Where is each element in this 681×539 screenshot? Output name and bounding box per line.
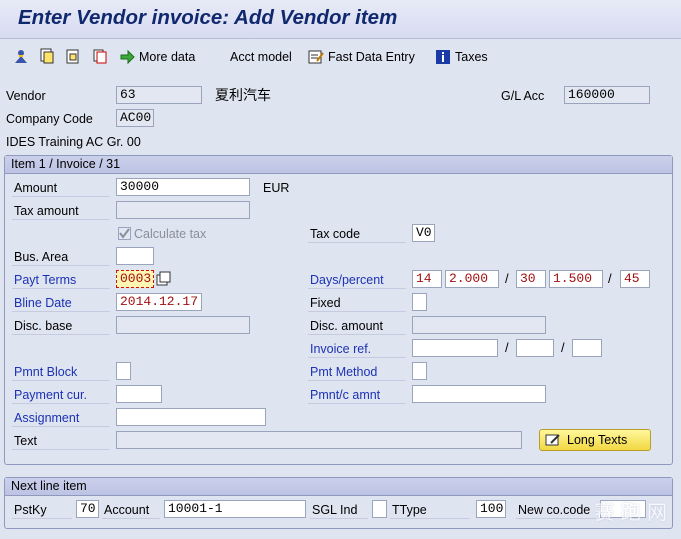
pmnt-c-amnt-field[interactable] <box>412 385 546 403</box>
window-title: Enter Vendor invoice: Add Vendor item <box>18 6 398 29</box>
days-percent-label: Days/percent <box>308 271 406 289</box>
taxes-label: Taxes <box>455 50 488 64</box>
text-field[interactable] <box>116 431 522 449</box>
sgl-ind-label: SGL Ind <box>310 501 368 519</box>
item-group-header: Item 1 / Invoice / 31 <box>5 156 672 174</box>
more-data-button[interactable]: More data <box>119 48 195 66</box>
slash-separator: / <box>505 340 509 355</box>
days2-field[interactable]: 30 <box>516 270 546 288</box>
pstky-label: PstKy <box>12 501 72 519</box>
edit-text-icon <box>545 434 560 446</box>
payt-terms-label: Payt Terms <box>12 271 110 289</box>
new-co-code-label: New co.code <box>516 501 596 519</box>
tax-code-label: Tax code <box>308 225 406 243</box>
next-line-item-header: Next line item <box>5 478 672 496</box>
disc-base-field[interactable] <box>116 316 250 334</box>
ttype-label: TType <box>390 501 470 519</box>
days3-field[interactable]: 45 <box>620 270 650 288</box>
vendor-name: 夏利汽车 <box>215 87 271 103</box>
payment-cur-field[interactable] <box>116 385 162 403</box>
company-code-field[interactable]: AC00 <box>116 109 154 127</box>
payment-cur-label: Payment cur. <box>12 386 110 404</box>
document-icon[interactable] <box>92 48 108 64</box>
assignment-field[interactable] <box>116 408 266 426</box>
invoice-ref-field[interactable] <box>412 339 498 357</box>
pstky-field[interactable]: 70 <box>76 500 99 518</box>
invoice-ref-item-field[interactable] <box>572 339 602 357</box>
bline-date-field[interactable]: 2014.12.17 <box>116 293 202 311</box>
arrow-right-icon <box>120 49 135 65</box>
days1-field[interactable]: 14 <box>412 270 442 288</box>
pmt-method-field[interactable] <box>412 362 427 380</box>
slash-separator: / <box>505 271 509 286</box>
gl-acc-field[interactable]: 160000 <box>564 86 650 104</box>
disc-amount-field[interactable] <box>412 316 546 334</box>
more-data-label: More data <box>139 50 196 64</box>
calculate-tax-checkbox[interactable] <box>118 227 131 240</box>
company-name: IDES Training AC Gr. 00 <box>6 135 141 149</box>
text-label: Text <box>12 432 110 450</box>
percent1-field[interactable]: 2.000 <box>445 270 499 288</box>
ttype-field[interactable]: 100 <box>476 500 506 518</box>
checkmark-icon <box>119 228 130 239</box>
bus-area-field[interactable] <box>116 247 154 265</box>
watermark: 赛 跑 网 <box>594 500 667 524</box>
gl-acc-label: G/L Acc <box>501 89 545 103</box>
copy-icon[interactable] <box>39 48 55 64</box>
edit-form-icon <box>308 50 324 64</box>
long-texts-button[interactable]: Long Texts <box>539 429 651 451</box>
fixed-label: Fixed <box>308 294 406 312</box>
value-help-icon[interactable] <box>156 271 172 287</box>
long-texts-label: Long Texts <box>567 433 628 447</box>
amount-label: Amount <box>12 179 110 197</box>
account-field[interactable]: 10001-1 <box>164 500 306 518</box>
pmnt-c-amnt-label: Pmnt/c amnt <box>308 386 406 404</box>
paste-icon[interactable] <box>65 48 81 64</box>
disc-amount-label: Disc. amount <box>308 317 406 335</box>
slash-separator: / <box>561 340 565 355</box>
person-icon[interactable] <box>13 48 29 64</box>
amount-field[interactable]: 30000 <box>116 178 250 196</box>
info-icon <box>436 50 450 64</box>
title-bar: Enter Vendor invoice: Add Vendor item <box>0 0 681 39</box>
acct-model-button[interactable]: Acct model <box>230 48 292 66</box>
bline-date-label: Bline Date <box>12 294 110 312</box>
vendor-field[interactable]: 63 <box>116 86 202 104</box>
assignment-label: Assignment <box>12 409 110 427</box>
account-label: Account <box>102 501 160 519</box>
taxes-button[interactable]: Taxes <box>435 48 488 66</box>
tax-amount-label: Tax amount <box>12 202 110 220</box>
slash-separator: / <box>608 271 612 286</box>
tax-code-field[interactable]: V0 <box>412 224 435 242</box>
fixed-field[interactable] <box>412 293 427 311</box>
acct-model-label: Acct model <box>230 50 292 64</box>
company-code-label: Company Code <box>6 112 93 126</box>
disc-base-label: Disc. base <box>12 317 110 335</box>
invoice-ref-label: Invoice ref. <box>308 340 406 358</box>
pmt-method-label: Pmt Method <box>308 363 406 381</box>
sgl-ind-field[interactable] <box>372 500 387 518</box>
invoice-ref-year-field[interactable] <box>516 339 554 357</box>
vendor-label: Vendor <box>6 89 46 103</box>
pmnt-block-field[interactable] <box>116 362 131 380</box>
calculate-tax-label: Calculate tax <box>134 227 207 241</box>
application-toolbar: More data Acct model Fast Data Entry Tax… <box>0 39 681 73</box>
tax-amount-field[interactable] <box>116 201 250 219</box>
percent2-field[interactable]: 1.500 <box>549 270 603 288</box>
fast-data-entry-label: Fast Data Entry <box>328 50 415 64</box>
pmnt-block-label: Pmnt Block <box>12 363 110 381</box>
fast-data-entry-button[interactable]: Fast Data Entry <box>308 48 415 66</box>
payt-terms-field[interactable]: 0003 <box>116 270 154 288</box>
bus-area-label: Bus. Area <box>12 248 110 266</box>
currency-label: EUR <box>263 181 290 195</box>
